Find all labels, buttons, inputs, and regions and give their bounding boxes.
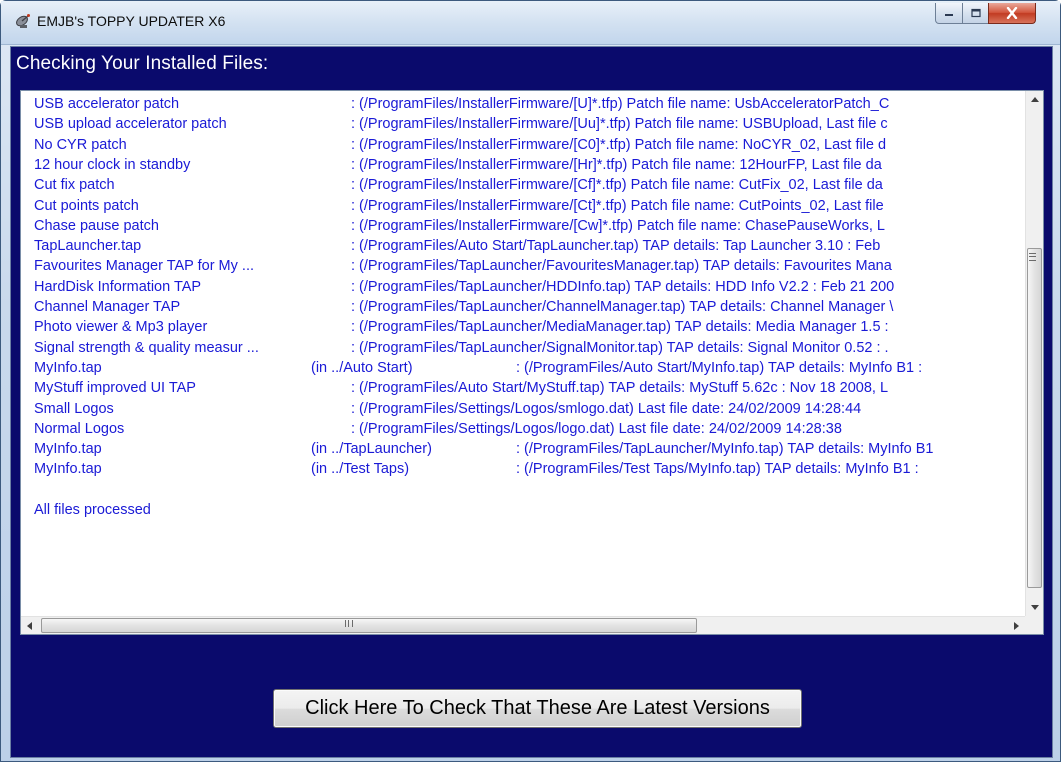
maximize-icon	[970, 8, 981, 17]
app-window: EMJB's TOPPY UPDATER X6 Checking Your In…	[0, 0, 1061, 762]
file-name: MyStuff improved UI TAP	[34, 380, 196, 397]
file-details: : (/ProgramFiles/TapLauncher/FavouritesM…	[351, 258, 892, 275]
title-bar[interactable]: EMJB's TOPPY UPDATER X6	[1, 1, 1060, 45]
scroll-left-button[interactable]	[21, 617, 38, 634]
file-details: : (/ProgramFiles/TapLauncher/MyInfo.tap)…	[516, 441, 934, 458]
scroll-corner	[1025, 616, 1043, 634]
maximize-button[interactable]	[962, 3, 989, 24]
scroll-down-button[interactable]	[1026, 599, 1043, 616]
file-name: 12 hour clock in standby	[34, 156, 191, 173]
file-details: : (/ProgramFiles/TapLauncher/MediaManage…	[351, 319, 889, 336]
arrow-right-icon	[1014, 621, 1019, 630]
scroll-up-button[interactable]	[1026, 91, 1043, 108]
horizontal-scrollbar[interactable]	[21, 616, 1025, 634]
file-name: MyInfo.tap	[34, 359, 102, 376]
file-details: : (/ProgramFiles/Auto Start/MyInfo.tap) …	[516, 359, 923, 376]
file-details: : (/ProgramFiles/Auto Start/TapLauncher.…	[351, 238, 881, 255]
file-name: Photo viewer & Mp3 player	[34, 319, 208, 336]
close-button[interactable]	[988, 3, 1036, 24]
minimize-icon	[945, 14, 953, 16]
file-details: : (/ProgramFiles/TapLauncher/SignalMonit…	[351, 339, 889, 356]
file-details: : (/ProgramFiles/Test Taps/MyInfo.tap) T…	[516, 461, 919, 478]
arrow-left-icon	[27, 621, 32, 630]
file-name: Favourites Manager TAP for My ...	[34, 258, 254, 275]
window-title: EMJB's TOPPY UPDATER X6	[37, 13, 226, 29]
vertical-scrollbar[interactable]	[1025, 91, 1043, 616]
file-details: : (/ProgramFiles/InstallerFirmware/[Uu]*…	[351, 116, 888, 133]
file-name: MyInfo.tap	[34, 461, 102, 478]
satellite-dish-icon	[16, 14, 30, 28]
file-details: : (/ProgramFiles/InstallerFirmware/[Cw]*…	[351, 217, 885, 234]
file-details: : (/ProgramFiles/InstallerFirmware/[C0]*…	[351, 136, 887, 153]
file-details: : (/ProgramFiles/Settings/Logos/smlogo.d…	[351, 400, 862, 417]
file-name: Normal Logos	[34, 420, 125, 437]
arrow-down-icon	[1030, 605, 1039, 610]
check-latest-versions-button[interactable]: Click Here To Check That These Are Lates…	[273, 689, 802, 728]
file-details: : (/ProgramFiles/Settings/Logos/logo.dat…	[351, 420, 842, 437]
installed-files-list[interactable]: USB accelerator patch : (/ProgramFiles/In…	[20, 90, 1044, 635]
file-name: Signal strength & quality measur ...	[34, 339, 259, 356]
minimize-button[interactable]	[935, 3, 963, 24]
file-name: USB accelerator patch	[34, 96, 180, 112]
file-name: HardDisk Information TAP	[34, 278, 202, 295]
horizontal-grip-icon	[345, 620, 353, 627]
file-name: Cut points patch	[34, 197, 139, 214]
file-details: : (/ProgramFiles/InstallerFirmware/[Ct]*…	[351, 197, 884, 214]
horizontal-scroll-thumb[interactable]	[41, 618, 697, 633]
file-details: : (/ProgramFiles/TapLauncher/ChannelMana…	[351, 299, 894, 315]
close-icon	[1006, 7, 1018, 19]
file-name: Chase pause patch	[34, 217, 159, 234]
file-name: Channel Manager TAP	[34, 299, 181, 315]
list-content: USB accelerator patch : (/ProgramFiles/In…	[21, 91, 1025, 616]
status-text: All files processed	[34, 502, 151, 518]
arrow-up-icon	[1030, 97, 1039, 102]
file-location: (in ../Test Taps)	[311, 461, 410, 478]
page-title: Checking Your Installed Files:	[16, 53, 269, 74]
file-details: : (/ProgramFiles/TapLauncher/HDDInfo.tap…	[351, 278, 895, 295]
file-name: USB upload accelerator patch	[34, 116, 227, 133]
client-area: Checking Your Installed Files: USB accel…	[10, 46, 1053, 758]
file-location: (in ../TapLauncher)	[311, 441, 432, 458]
file-name: MyInfo.tap	[34, 441, 102, 458]
file-details: : (/ProgramFiles/InstallerFirmware/[U]*.…	[351, 96, 890, 112]
file-name: No CYR patch	[34, 136, 127, 153]
file-details: : (/ProgramFiles/Auto Start/MyStuff.tap)…	[351, 380, 889, 397]
scroll-right-button[interactable]	[1008, 617, 1025, 634]
file-details: : (/ProgramFiles/InstallerFirmware/[Hr]*…	[351, 156, 882, 173]
file-details: : (/ProgramFiles/InstallerFirmware/[Cf]*…	[351, 177, 883, 194]
file-name: Cut fix patch	[34, 177, 115, 194]
vertical-scroll-thumb[interactable]	[1027, 248, 1042, 588]
file-name: TapLauncher.tap	[34, 238, 142, 255]
file-location: (in ../Auto Start)	[311, 359, 413, 376]
vertical-grip-icon	[1029, 253, 1036, 261]
file-name: Small Logos	[34, 400, 114, 417]
